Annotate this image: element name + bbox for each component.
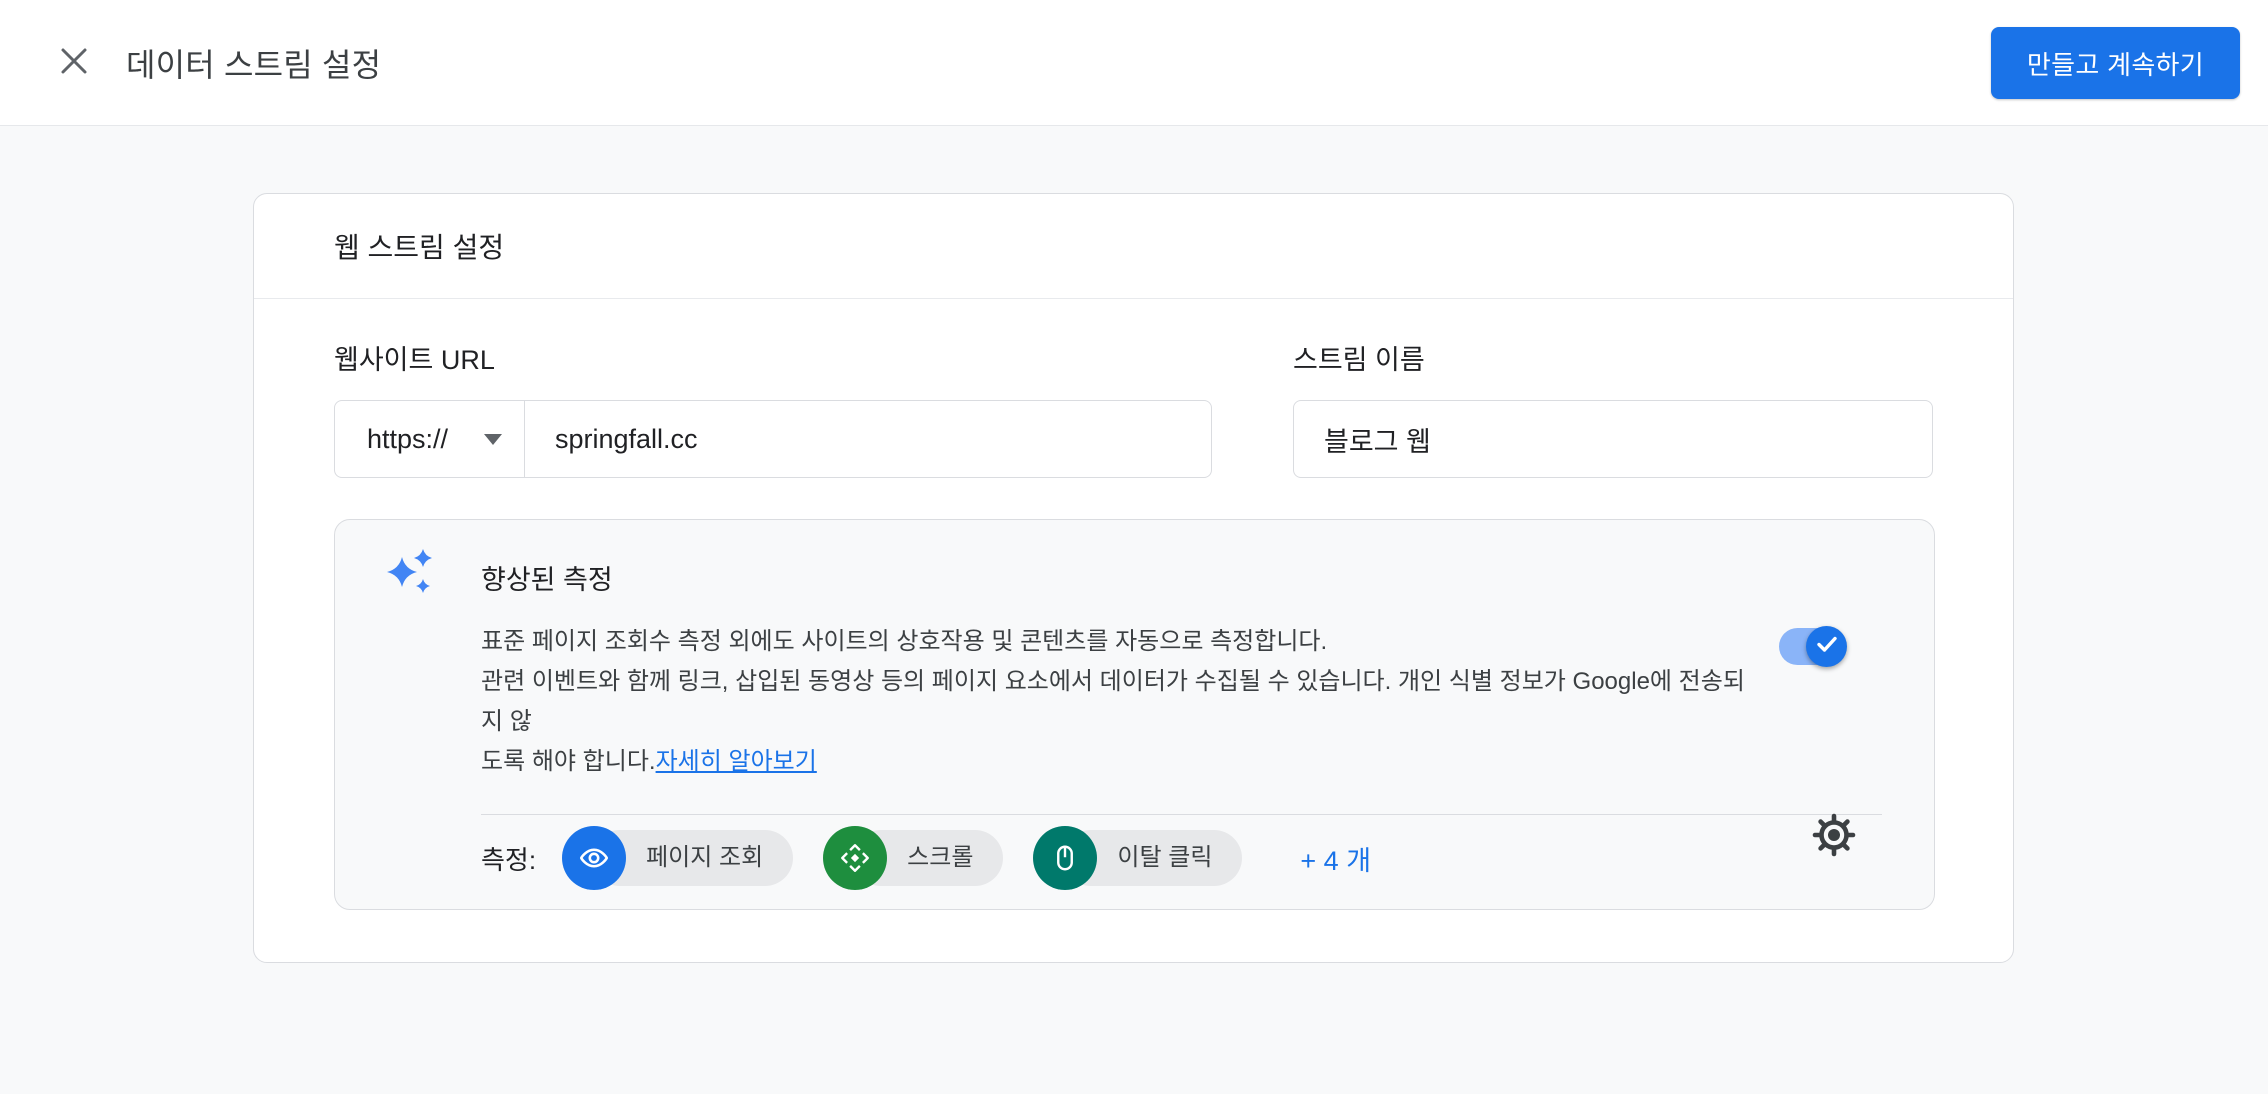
enhanced-measurement-card: 향상된 측정 표준 페이지 조회수 측정 외에도 사이트의 상호작용 및 콘텐츠…: [334, 519, 1935, 910]
scroll-icon: [823, 826, 887, 890]
stream-name-input[interactable]: [1293, 400, 1933, 478]
protocol-select[interactable]: https://: [334, 400, 525, 478]
card-header: 웹 스트림 설정: [254, 194, 2013, 299]
chip-page-view: 페이지 조회: [562, 826, 793, 890]
description-line-1: 표준 페이지 조회수 측정 외에도 사이트의 상호작용 및 콘텐츠를 자동으로 …: [481, 628, 1327, 655]
enhanced-measurement-description: 표준 페이지 조회수 측정 외에도 사이트의 상호작용 및 콘텐츠를 자동으로 …: [481, 622, 1754, 782]
close-icon: [57, 44, 91, 81]
measure-label: 측정:: [481, 840, 536, 877]
measurement-chips-row: 측정: 페이지 조회: [481, 826, 1934, 890]
card-body: 웹사이트 URL https:// 스트림 이름: [254, 338, 2013, 962]
close-button[interactable]: [46, 35, 102, 91]
sparkle-icon: [387, 545, 439, 606]
section-title: 웹 스트림 설정: [334, 226, 504, 266]
eye-icon: [562, 826, 626, 890]
chip-scroll: 스크롤: [823, 826, 1003, 890]
description-line-2: 관련 이벤트와 함께 링크, 삽입된 동영상 등의 페이지 요소에서 데이터가 …: [481, 668, 1745, 735]
more-events-link[interactable]: + 4 개: [1300, 839, 1371, 878]
create-and-continue-button[interactable]: 만들고 계속하기: [1991, 27, 2240, 99]
enhanced-measurement-settings-button[interactable]: [1806, 808, 1862, 864]
toggle-thumb: [1806, 626, 1847, 667]
enhanced-measurement-title: 향상된 측정: [481, 558, 1754, 597]
gear-icon: [1810, 811, 1858, 862]
dialog-top-bar: 데이터 스트림 설정 만들고 계속하기: [0, 0, 2268, 126]
description-line-3: 도록 해야 합니다.: [481, 748, 656, 775]
enhanced-measurement-toggle[interactable]: [1779, 628, 1846, 665]
website-url-input-group: https://: [334, 400, 1212, 478]
check-icon: [1814, 631, 1840, 662]
website-url-label: 웹사이트 URL: [334, 338, 1212, 377]
stream-form-row: 웹사이트 URL https:// 스트림 이름: [334, 338, 1933, 478]
page-background: 웹 스트림 설정 웹사이트 URL https:// 스트림 이름: [0, 126, 2268, 1094]
divider: [481, 814, 1882, 815]
chevron-down-icon: [484, 434, 502, 445]
learn-more-link[interactable]: 자세히 알아보기: [656, 748, 817, 775]
enhanced-measurement-content: 향상된 측정 표준 페이지 조회수 측정 외에도 사이트의 상호작용 및 콘텐츠…: [481, 558, 1754, 782]
stream-name-field: 스트림 이름: [1293, 338, 1933, 478]
mouse-icon: [1033, 826, 1097, 890]
website-url-field: 웹사이트 URL https://: [334, 338, 1212, 478]
chip-outbound-click: 이탈 클릭: [1033, 826, 1242, 890]
website-url-input[interactable]: [525, 400, 1212, 478]
protocol-selected-value: https://: [367, 424, 448, 455]
web-stream-card: 웹 스트림 설정 웹사이트 URL https:// 스트림 이름: [253, 193, 2014, 963]
stream-name-label: 스트림 이름: [1293, 338, 1933, 377]
page-title: 데이터 스트림 설정: [126, 40, 381, 86]
